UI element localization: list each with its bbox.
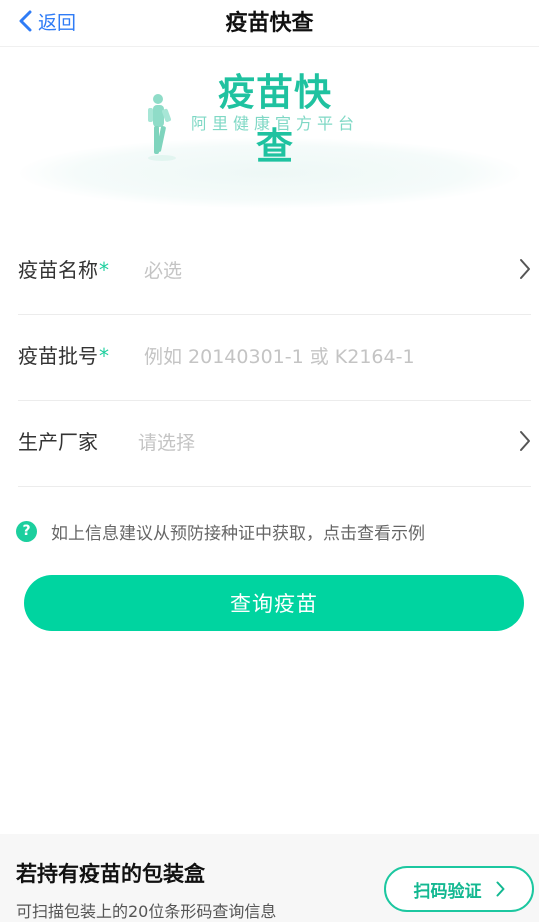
nav-bar: 返回 疫苗快查: [0, 0, 539, 47]
batch-number-label-text: 疫苗批号: [18, 344, 98, 368]
scan-verify-button[interactable]: 扫码验证: [384, 866, 534, 912]
example-hint-link[interactable]: ? 如上信息建议从预防接种证中获取，点击查看示例: [16, 518, 425, 544]
chevron-right-icon: [520, 431, 530, 451]
footer-title: 若持有疫苗的包装盒: [16, 862, 205, 886]
footer-subtitle: 可扫描包装上的20位条形码查询信息: [16, 902, 277, 921]
runner-figure-icon: [148, 94, 176, 161]
manufacturer-label: 生产厂家: [18, 430, 98, 454]
hint-text: 如上信息建议从预防接种证中获取，点击查看示例: [51, 523, 425, 544]
vaccine-name-label-text: 疫苗名称: [18, 258, 98, 282]
batch-number-input[interactable]: 例如 20140301-1 或 K2164-1: [144, 342, 415, 369]
page-title: 疫苗快查: [225, 11, 314, 36]
banner: 疫苗快查 阿里健康官方平台: [0, 46, 539, 208]
scan-verify-label: 扫码验证: [413, 881, 482, 902]
manufacturer-row[interactable]: 生产厂家 请选择: [18, 400, 531, 487]
chevron-right-icon: [520, 259, 530, 279]
batch-number-label: 疫苗批号*: [18, 340, 109, 369]
query-vaccine-button[interactable]: 查询疫苗: [24, 575, 524, 631]
manufacturer-select[interactable]: 请选择: [138, 428, 195, 455]
banner-subtitle: 阿里健康官方平台: [190, 114, 359, 133]
vaccine-name-row[interactable]: 疫苗名称* 必选: [18, 228, 531, 315]
footer-panel: 若持有疫苗的包装盒 可扫描包装上的20位条形码查询信息 扫码验证: [0, 834, 539, 922]
vaccine-name-label: 疫苗名称*: [18, 254, 109, 283]
vaccine-name-select[interactable]: 必选: [144, 256, 182, 283]
question-icon: ?: [16, 520, 37, 542]
required-mark: *: [99, 344, 109, 368]
chevron-right-icon: [496, 881, 504, 897]
required-mark: *: [99, 258, 109, 282]
batch-number-row: 疫苗批号* 例如 20140301-1 或 K2164-1: [18, 314, 531, 401]
